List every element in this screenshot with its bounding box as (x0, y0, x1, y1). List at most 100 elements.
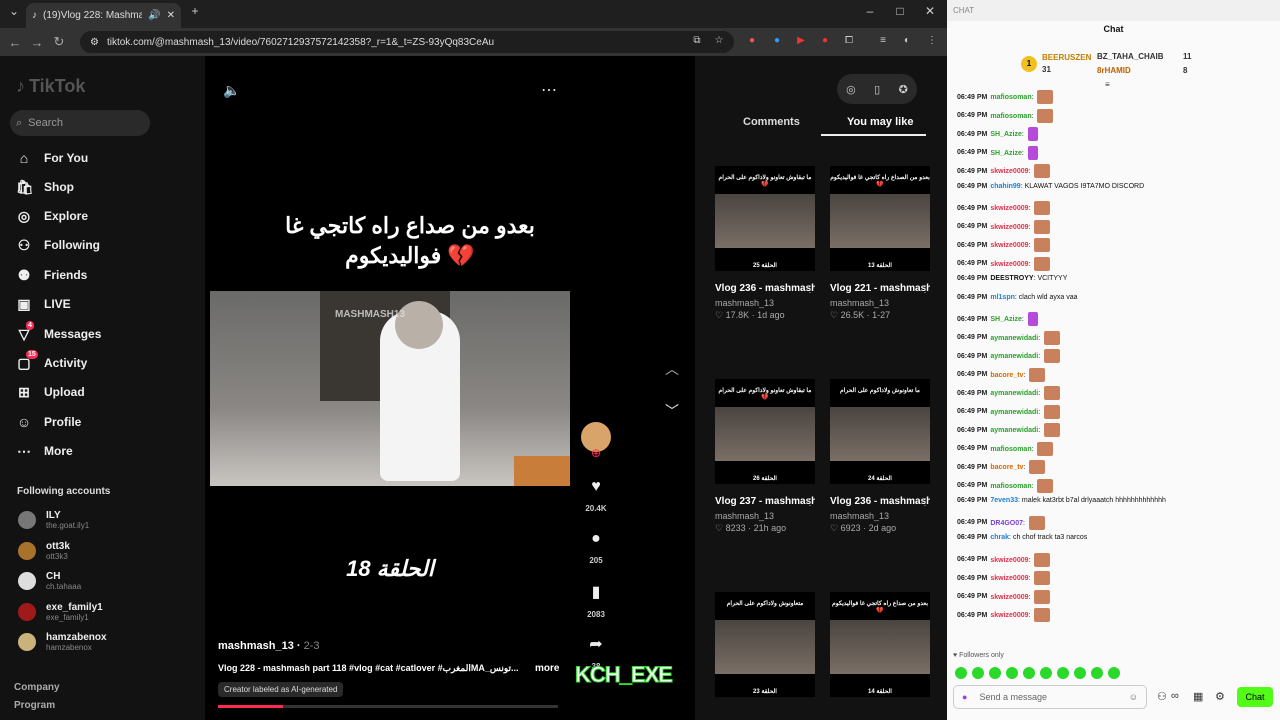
video-thumbnail[interactable]: بعدو من صداع راه كاتجي غا فواليديكوم 💔 ال… (830, 592, 930, 697)
card-author[interactable]: mashmash_13 (715, 298, 815, 308)
account-item[interactable]: exe_family1 exe_family1 (18, 602, 103, 622)
card-options-icon[interactable]: ⋮ (805, 284, 815, 295)
install-icon[interactable]: ⧉ (690, 34, 704, 48)
tiktok-logo[interactable]: ♪ TikTok (16, 76, 85, 97)
link-icon[interactable]: ∞ (1171, 690, 1179, 702)
phone-icon[interactable]: ▯ (874, 83, 880, 96)
message-user[interactable]: DR4GO07 (990, 519, 1023, 526)
video-options-icon[interactable]: ⋯ (541, 80, 557, 100)
expand-icon[interactable]: ≡ (1105, 80, 1110, 89)
nav-profile[interactable]: ☺ Profile (16, 411, 166, 433)
message-user[interactable]: mafiosoman (990, 482, 1031, 489)
message-user[interactable]: aymanewidadi (990, 334, 1038, 341)
video-player[interactable]: 🔈 ⋯ بعدو من صداع راه كاتجي غا فواليديكوم… (205, 56, 695, 720)
emote-icon[interactable] (1108, 667, 1120, 679)
leader-name[interactable]: BZ_TAHA_CHAIB (1097, 52, 1164, 61)
message-user[interactable]: chrak (990, 534, 1009, 541)
card-author[interactable]: mashmash_13 (715, 511, 815, 521)
youtube-extension-icon[interactable]: ▶ (794, 34, 808, 48)
emote-icon[interactable] (1091, 667, 1103, 679)
tab-you-may-like[interactable]: You may like (847, 116, 913, 128)
footer-company[interactable]: Company (14, 682, 60, 693)
video-thumbnail[interactable]: ما تبقاوش تعاونو ولاداكوم على الحرام 💔 ال… (715, 379, 815, 484)
settings-icon[interactable]: ⚙ (1215, 690, 1225, 703)
comment-button[interactable]: ● 205 (581, 530, 611, 565)
store-icon[interactable]: ▦ (1193, 690, 1203, 703)
save-button[interactable]: ▮ 2083 (581, 582, 611, 619)
message-user[interactable]: aymanewidadi (990, 353, 1038, 360)
tab-search-icon[interactable]: ⌄ (4, 4, 24, 18)
bookmark-star-icon[interactable]: ☆ (712, 34, 726, 48)
audio-icon[interactable]: 🔊 (148, 10, 160, 21)
creator-avatar-button[interactable]: ⊕ (581, 422, 611, 460)
nav-more[interactable]: ⋯ More (16, 440, 166, 462)
video-card[interactable]: بعدو من صداع راه كاتجي غا فواليديكوم 💔 ال… (830, 592, 930, 697)
account-item[interactable]: ott3k ott3k3 (18, 541, 70, 561)
emote-icon[interactable] (1074, 667, 1086, 679)
search-input[interactable]: ⌕ Search (10, 110, 150, 136)
message-user[interactable]: skwize0009 (990, 205, 1028, 212)
account-item[interactable]: CH ch.tahaaa (18, 571, 81, 591)
footer-program[interactable]: Program (14, 700, 55, 711)
nav-shop[interactable]: 🛍 Shop (16, 176, 166, 198)
emote-icon[interactable] (1006, 667, 1018, 679)
media-controls-icon[interactable]: ≡ (876, 34, 890, 48)
card-options-icon[interactable]: ⋮ (920, 284, 930, 295)
video-thumbnail[interactable]: ما تبقاوش تعاونو ولاداكوم على الحرام 💔 ال… (715, 166, 815, 271)
video-thumbnail[interactable]: متعاونوش ولاداكوم على الحرام الحلقة 23 (715, 592, 815, 697)
site-info-icon[interactable]: ⚙ (90, 37, 99, 48)
back-icon[interactable]: ← (4, 35, 26, 50)
message-user[interactable]: skwize0009 (990, 223, 1028, 230)
message-user[interactable]: SH_Azize (990, 149, 1022, 156)
nav-messages[interactable]: ▽ 4 Messages (16, 320, 166, 345)
video-card[interactable]: ما تعاونوش ولاداكوم على الحرام الحلقة 24 V… (830, 379, 930, 534)
message-user[interactable]: skwize0009 (990, 168, 1028, 175)
message-user[interactable]: bacore_tv (990, 464, 1023, 471)
previous-video-icon[interactable]: ︿ (665, 359, 679, 379)
message-user[interactable]: aymanewidadi (990, 408, 1038, 415)
creator-name[interactable]: mashmash_13 (218, 640, 294, 652)
video-card[interactable]: ما تبقاوش تعاونو ولاداكوم على الحرام 💔 ال… (715, 379, 815, 534)
message-user[interactable]: aymanewidadi (990, 390, 1038, 397)
extension-icon[interactable]: ● (745, 34, 759, 48)
nav-upload[interactable]: ⊞ Upload (16, 381, 166, 403)
reload-icon[interactable]: ↻ (48, 34, 70, 50)
card-title[interactable]: Vlog 236 - mashmash part... (830, 494, 930, 509)
video-thumbnail[interactable]: ما تعاونوش ولاداكوم على الحرام الحلقة 24 (830, 379, 930, 484)
message-user[interactable]: skwize0009 (990, 242, 1028, 249)
message-user[interactable]: SH_Azize (990, 316, 1022, 323)
url-field[interactable]: ⚙ tiktok.com/@mashmash_13/video/76027129… (80, 31, 734, 53)
account-item[interactable]: hamzabenox hamzabenox (18, 632, 107, 652)
nav-friends[interactable]: ⚉ Friends (16, 264, 166, 286)
forward-icon[interactable]: → (26, 35, 48, 50)
coin-icon[interactable]: ✪ (899, 83, 908, 96)
microphone-icon[interactable]: ● (962, 692, 967, 702)
volume-icon[interactable]: 🔈 (223, 82, 240, 99)
progress-bar[interactable] (218, 705, 558, 708)
tab-close-icon[interactable]: ✕ (167, 10, 175, 21)
message-user[interactable]: chahin99 (990, 183, 1020, 190)
message-user[interactable]: mafiosoman (990, 94, 1031, 101)
message-user[interactable]: skwize0009 (990, 612, 1028, 619)
message-user[interactable]: SH_Azize (990, 131, 1022, 138)
profile-avatar-icon[interactable]: ◐ (900, 34, 914, 48)
extension-icon[interactable]: ● (818, 34, 832, 48)
video-card[interactable]: ما تبقاوش تعاونو ولاداكوم على الحرام 💔 ال… (715, 166, 815, 321)
send-message-input[interactable]: ● Send a message ☺ (953, 685, 1147, 709)
close-window-icon[interactable]: ✕ (920, 4, 940, 18)
maximize-icon[interactable]: □ (890, 4, 910, 18)
card-options-icon[interactable]: ⋮ (805, 497, 815, 508)
leader-name[interactable]: BEERUSZEN (1042, 53, 1091, 62)
new-tab-icon[interactable]: + (185, 4, 205, 18)
emote-icon[interactable] (1040, 667, 1052, 679)
follow-plus-icon[interactable]: ⊕ (581, 446, 611, 460)
browser-menu-icon[interactable]: ⋮ (925, 34, 939, 48)
video-thumbnail[interactable]: بعدو من الصداع راه كاتجي غا فواليديكوم 💔… (830, 166, 930, 271)
message-user[interactable]: 7even33 (990, 497, 1018, 504)
message-user[interactable]: skwize0009 (990, 593, 1028, 600)
card-title[interactable]: Vlog 237 - mashmash part... (715, 494, 815, 509)
more-button[interactable]: more (535, 663, 559, 674)
card-options-icon[interactable]: ⋮ (920, 497, 930, 508)
next-video-icon[interactable]: ﹀ (665, 401, 679, 421)
nav-for-you[interactable]: ⌂ For You (16, 147, 166, 169)
